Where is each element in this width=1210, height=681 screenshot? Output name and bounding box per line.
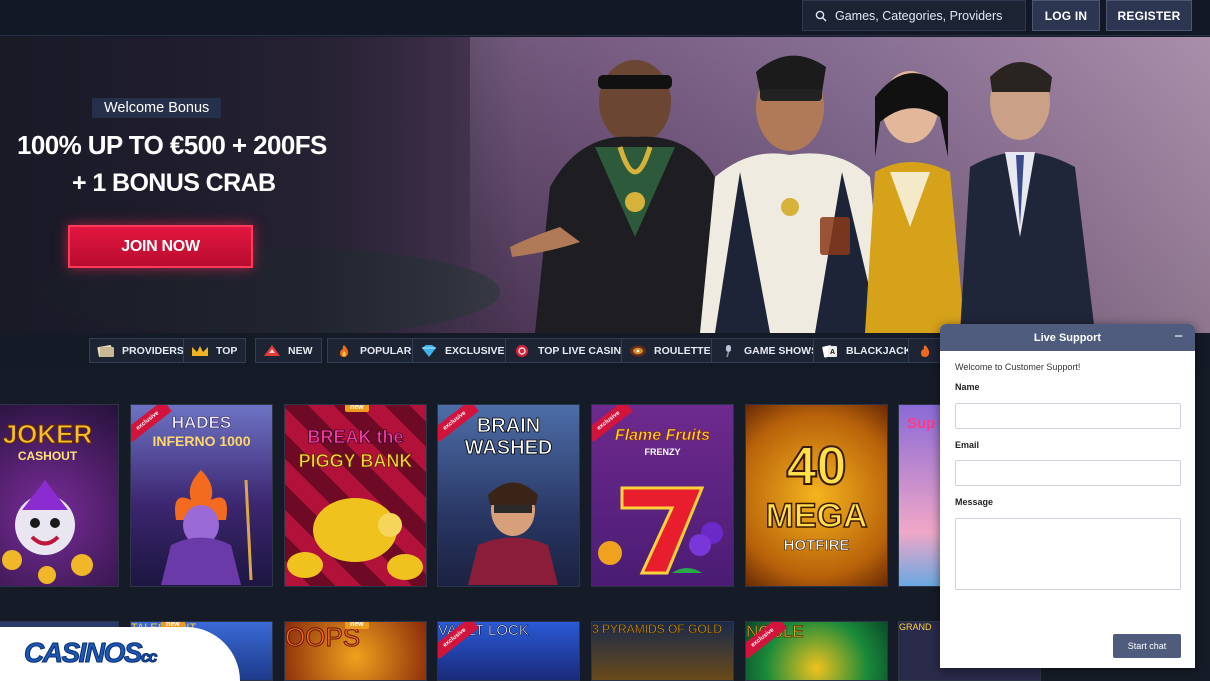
search-box[interactable] — [802, 0, 1026, 31]
game-title: HADES — [171, 413, 232, 433]
minimize-icon[interactable]: − — [1174, 328, 1183, 346]
name-label: Name — [955, 382, 980, 392]
message-label: Message — [955, 497, 994, 507]
new-badge-icon — [264, 344, 280, 356]
hero-banner[interactable]: Welcome Bonus 100% UP TO €500 + 200FS + … — [0, 37, 1210, 333]
category-label: POPULAR — [360, 344, 412, 357]
flame-icon — [921, 344, 930, 357]
game-subtitle: PIGGY BANK — [298, 451, 413, 472]
game-title: BREAK the — [307, 427, 404, 448]
message-field[interactable] — [955, 518, 1181, 590]
game-tile-vault-lock[interactable]: exclusive VAULT LOCK — [437, 621, 580, 681]
game-subtitle: CASHOUT — [17, 449, 78, 463]
cards-icon — [97, 344, 114, 357]
game-title: BRAIN — [476, 415, 541, 438]
game-tile-pyramids-of-gold[interactable]: 3 PYRAMIDS OF GOLD — [591, 621, 734, 681]
chat-header[interactable]: Live Support − — [940, 324, 1195, 351]
chat-title: Live Support — [1033, 331, 1102, 344]
start-chat-button[interactable]: Start chat — [1113, 634, 1181, 658]
game-title: JOKER — [2, 419, 93, 450]
search-icon — [815, 10, 827, 22]
game-title: 3 PYRAMIDS OF GOLD — [592, 622, 723, 636]
category-new[interactable]: NEW — [255, 338, 322, 363]
crown-icon — [192, 345, 208, 356]
live-support-widget: Live Support − Welcome to Customer Suppo… — [940, 324, 1195, 668]
hero-characters-illustration — [510, 55, 1095, 333]
category-label: NEW — [288, 344, 313, 357]
chat-welcome-message: Welcome to Customer Support! — [955, 362, 1081, 372]
game-tile-brain-washed[interactable]: exclusive BRAIN WASHED — [437, 404, 580, 587]
site-logo[interactable]: CASINOScc — [0, 627, 240, 681]
playing-cards-icon: A — [822, 344, 837, 358]
game-tile-break-the-piggy-bank[interactable]: new BREAK the PIGGY BANK — [284, 404, 427, 587]
new-badge: new — [345, 405, 369, 412]
search-input[interactable] — [835, 8, 1015, 23]
category-label: PROVIDERS — [122, 344, 184, 357]
email-field[interactable] — [955, 460, 1181, 486]
diamond-icon — [422, 344, 436, 357]
category-providers[interactable]: PROVIDERS — [89, 338, 193, 363]
name-field[interactable] — [955, 403, 1181, 429]
category-top[interactable]: TOP — [183, 338, 247, 363]
register-button[interactable]: REGISTER — [1106, 0, 1192, 31]
top-bar: LOG IN REGISTER — [0, 0, 1210, 36]
joker-art — [2, 480, 93, 584]
brain-washed-art — [468, 482, 558, 585]
game-subtitle: MEGA — [765, 496, 869, 536]
game-tile-flame-fruits-frenzy[interactable]: exclusive Flame Fruits FRENZY — [591, 404, 734, 587]
game-title: 40 — [785, 435, 847, 497]
category-popular[interactable]: POPULAR — [327, 338, 421, 363]
roulette-icon — [630, 345, 646, 356]
game-subtitle: INFERNO 1000 — [152, 433, 251, 449]
piggy-art — [287, 498, 423, 580]
category-label: TOP — [216, 344, 238, 357]
flame-icon — [340, 344, 349, 357]
category-label: BLACKJACK — [846, 344, 912, 357]
email-label: Email — [955, 440, 980, 450]
game-tile-noble[interactable]: exclusive NOBLE — [745, 621, 888, 681]
microphone-icon — [726, 344, 731, 357]
category-game-shows[interactable]: GAME SHOWS — [711, 338, 828, 363]
welcome-bonus-label: Welcome Bonus — [92, 98, 222, 118]
game-tile-40-mega-hotfire[interactable]: 40 MEGA HOTFIRE — [745, 404, 888, 587]
game-subtitle: FRENZY — [644, 447, 681, 457]
game-tile-oops[interactable]: new OOPS — [284, 621, 427, 681]
logo-name: CASINOS — [23, 637, 143, 669]
logo-text: CASINOScc — [23, 637, 158, 669]
game-tile-joker-cashout[interactable]: JOKER CASHOUT — [0, 404, 119, 587]
category-exclusive[interactable]: EXCLUSIVE — [412, 338, 514, 363]
category-label: EXCLUSIVE — [445, 344, 505, 357]
logo-suffix: cc — [141, 649, 158, 667]
promo-subheadline: + 1 BONUS CRAB — [72, 169, 276, 197]
category-blackjack[interactable]: A BLACKJACK — [813, 338, 921, 363]
category-label: TOP LIVE CASINO — [538, 344, 630, 357]
category-label: GAME SHOWS — [744, 344, 819, 357]
login-button[interactable]: LOG IN — [1032, 0, 1100, 31]
page: LOG IN REGISTER — [0, 0, 1210, 681]
fruits-art — [598, 486, 723, 575]
category-label: ROULETTE — [654, 344, 711, 357]
game-subtitle-2: HOTFIRE — [783, 537, 850, 555]
game-subtitle: WASHED — [464, 437, 553, 460]
game-title: Flame Fruits — [614, 427, 711, 445]
chip-icon — [516, 344, 528, 357]
svg-text:A: A — [830, 349, 835, 356]
category-top-live-casino[interactable]: TOP LIVE CASINO — [505, 338, 639, 363]
category-roulette[interactable]: ROULETTE — [621, 338, 720, 363]
promo-headline: 100% UP TO €500 + 200FS — [17, 130, 327, 160]
game-tile-hades-inferno[interactable]: exclusive HADES INFERNO 1000 — [130, 404, 273, 587]
hades-art — [161, 470, 253, 585]
new-badge: new — [345, 622, 369, 629]
join-now-button[interactable]: JOIN NOW — [68, 225, 253, 268]
